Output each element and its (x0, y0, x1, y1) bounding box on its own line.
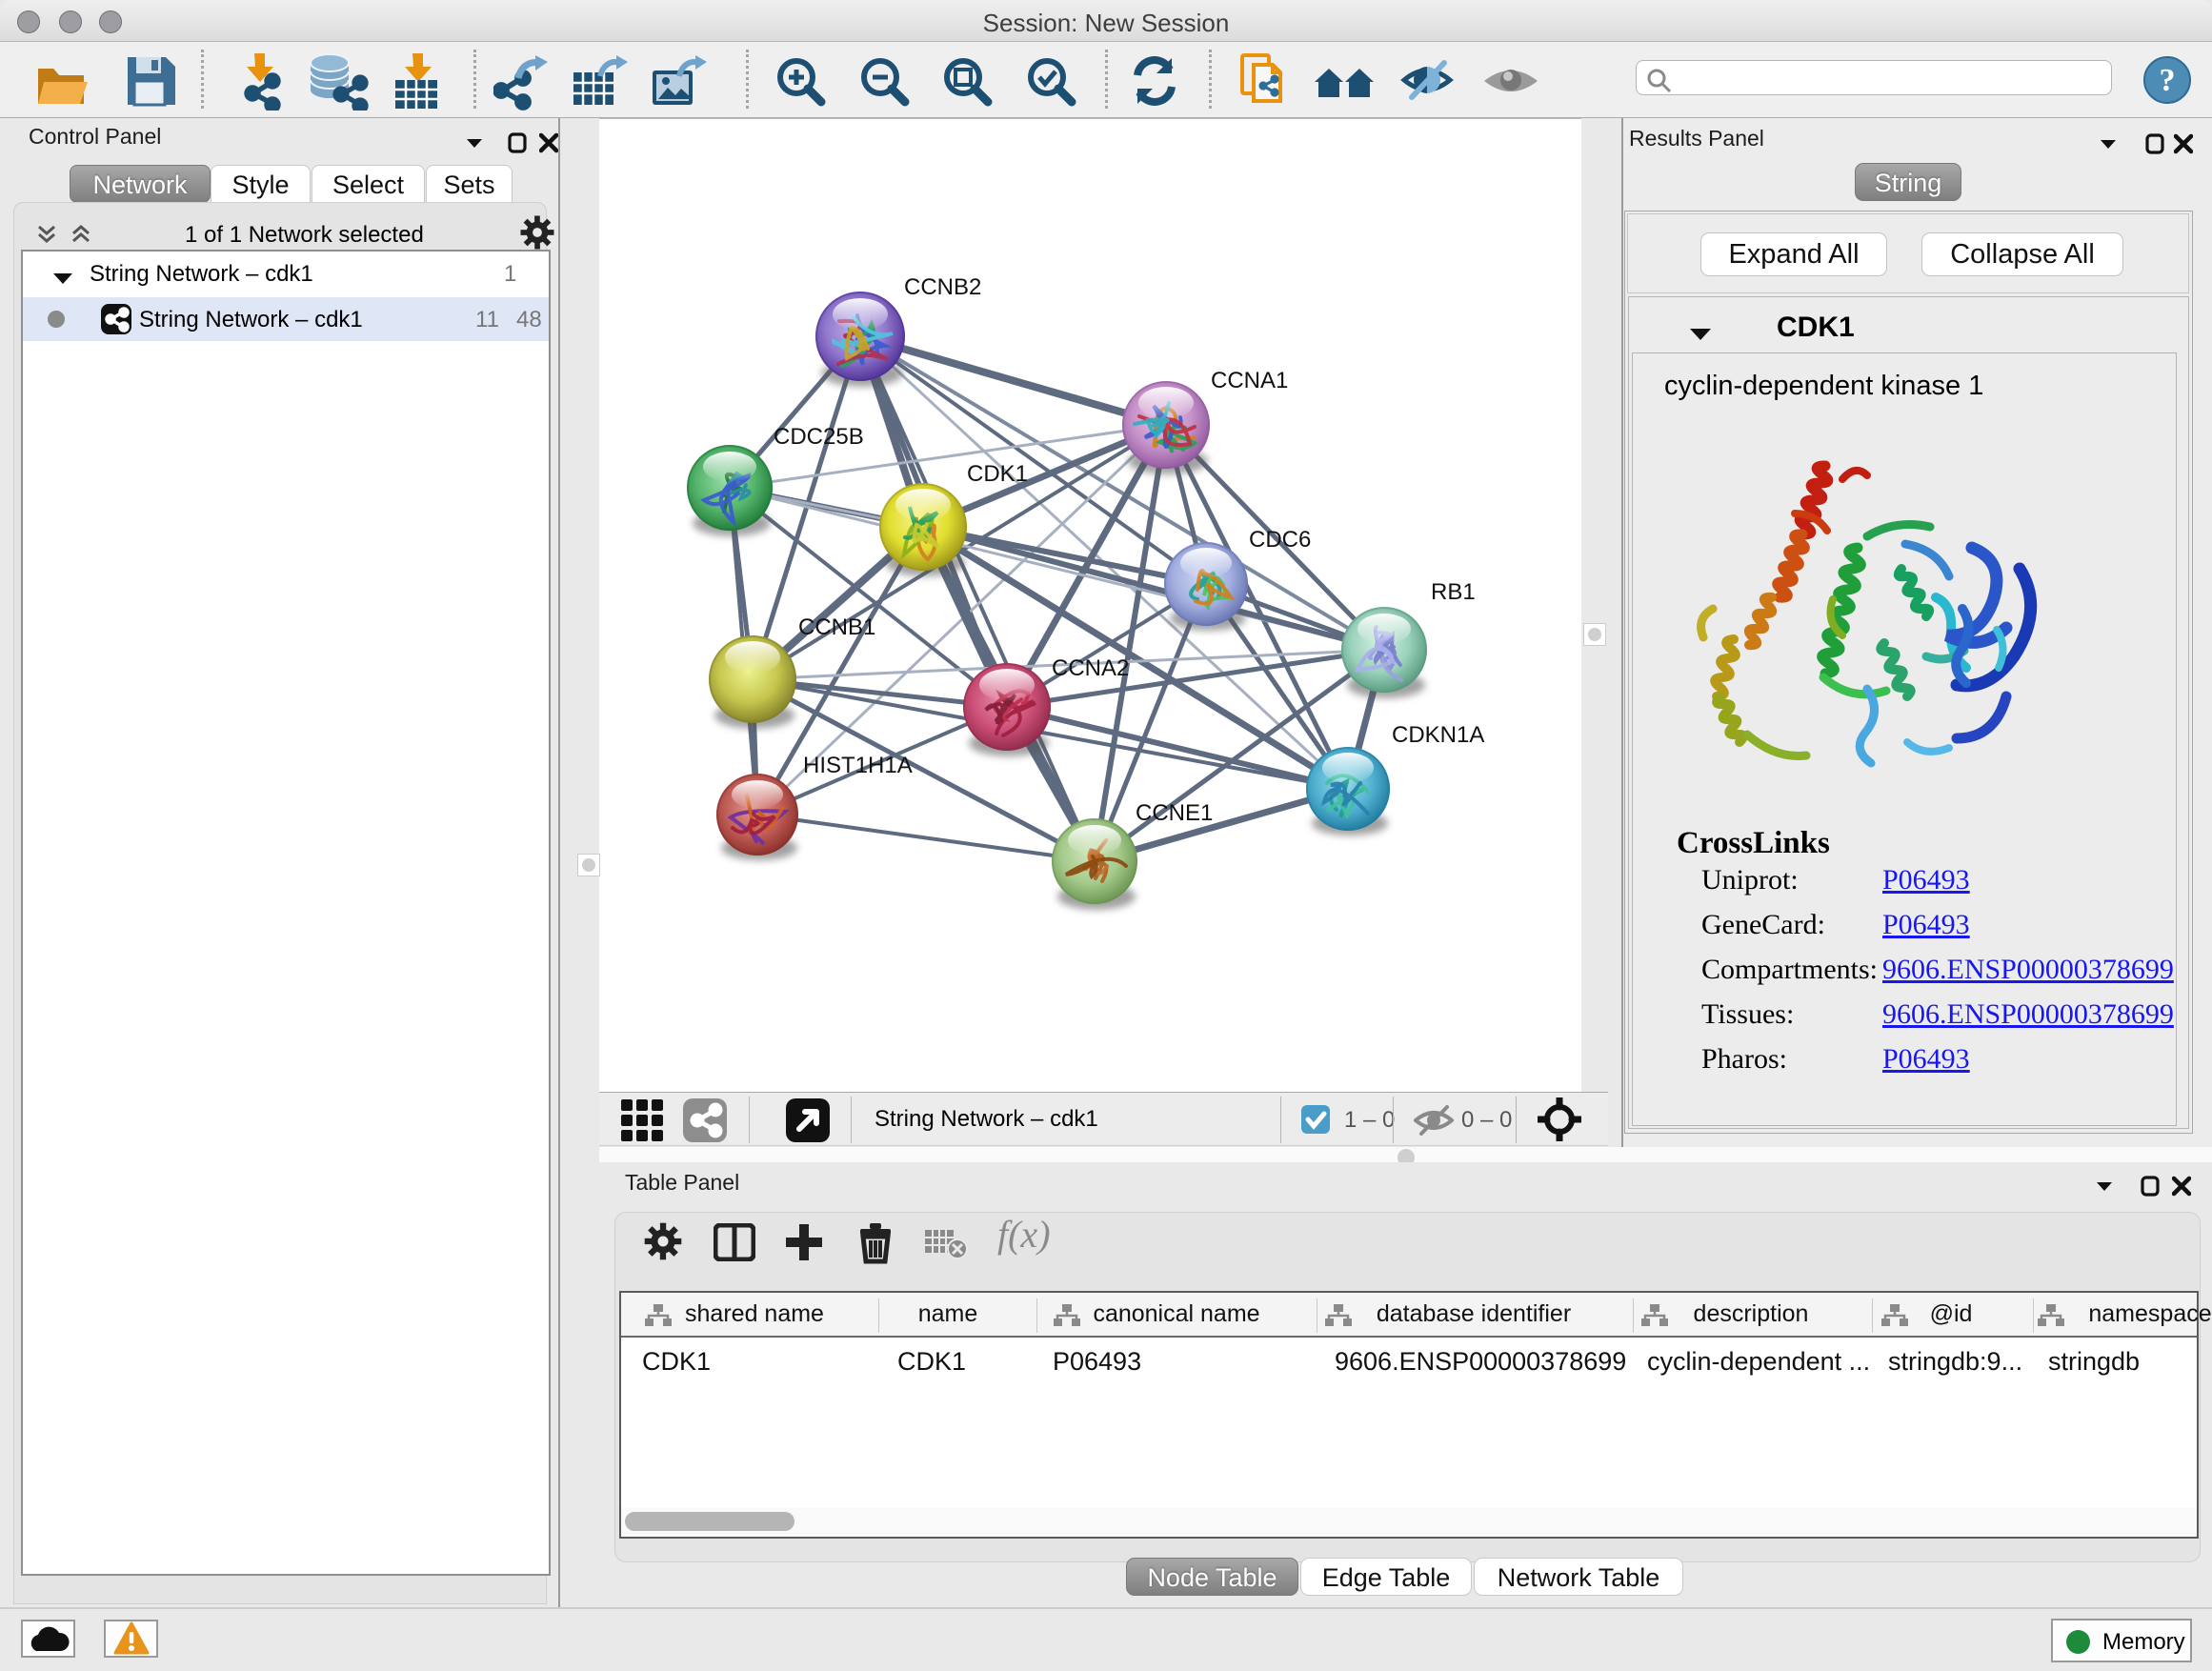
svg-text:HIST1H1A: HIST1H1A (803, 753, 913, 778)
svg-text:CCNB2: CCNB2 (904, 274, 981, 300)
svg-text:RB1: RB1 (1431, 579, 1476, 605)
svg-text:CDK1: CDK1 (967, 461, 1028, 487)
svg-text:CCNA2: CCNA2 (1052, 655, 1129, 681)
svg-text:CCNE1: CCNE1 (1136, 800, 1213, 826)
svg-text:CCNB1: CCNB1 (798, 614, 875, 640)
svg-text:CCNA1: CCNA1 (1211, 368, 1288, 393)
svg-text:CDKN1A: CDKN1A (1392, 722, 1484, 748)
svg-text:?: ? (2160, 63, 2176, 98)
svg-text:CDC6: CDC6 (1249, 527, 1311, 553)
svg-text:CDC25B: CDC25B (774, 424, 864, 450)
